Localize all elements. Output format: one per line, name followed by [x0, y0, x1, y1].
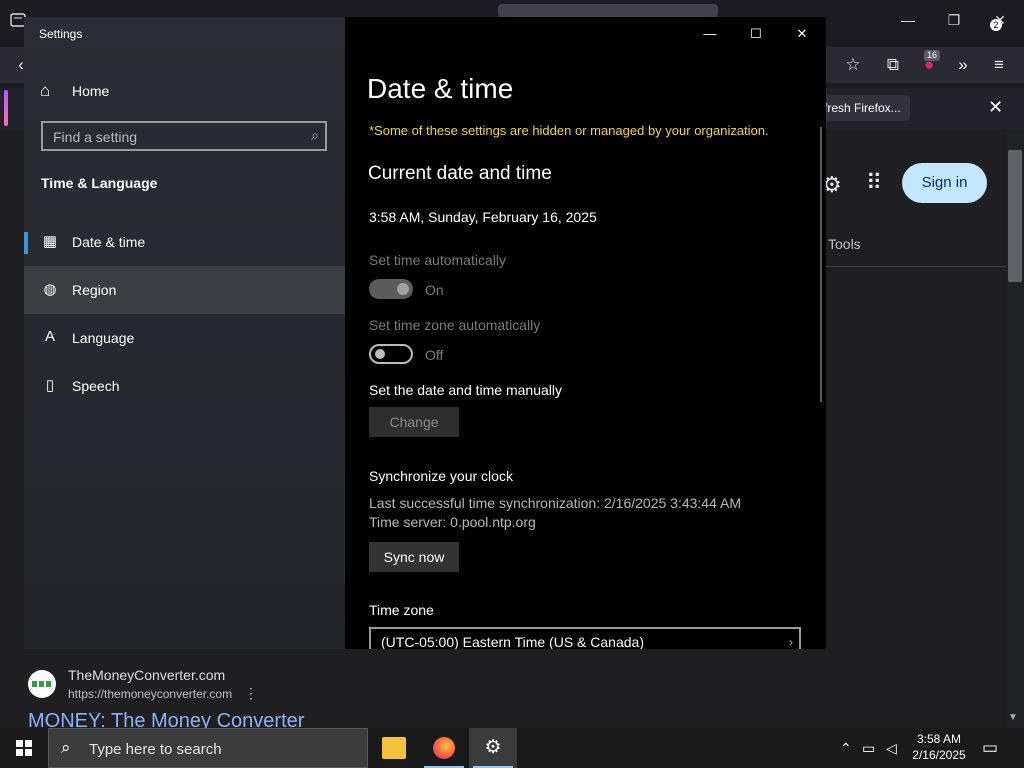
extensions-icon[interactable]: ⧉ [882, 54, 904, 76]
close-icon[interactable]: ✕ [787, 25, 817, 43]
change-button[interactable]: Change [369, 407, 459, 437]
sidebar-item-label: Speech [72, 378, 120, 394]
chevron-down-icon: › [789, 635, 793, 649]
timezone-value: (UTC-05:00) Eastern Time (US & Canada) [381, 634, 644, 649]
clock-time: 3:58 AM [916, 732, 962, 746]
show-hidden-icons-icon[interactable]: ⌃ [840, 728, 852, 768]
sidebar-item-label: Date & time [72, 234, 146, 250]
settings-content: — ☐ ✕ Date & time *Some of these setting… [345, 17, 826, 649]
nav-home-label: Home [72, 83, 110, 99]
tools-tab[interactable]: Tools [828, 236, 861, 252]
home-icon: ⌂ [40, 81, 51, 100]
sidebar-item-label: Region [72, 282, 117, 298]
find-setting-search[interactable]: ⌕ [41, 121, 327, 151]
windows-logo-icon [16, 740, 32, 756]
manual-set-label: Set the date and time manually [369, 382, 563, 398]
settings-sidebar: Settings ⌂ Home ⌕ Time & Language ▦ Date… [24, 17, 345, 649]
timezone-select[interactable]: (UTC-05:00) Eastern Time (US & Canada) › [369, 627, 801, 649]
result-url[interactable]: https://themoneyconverter.com [68, 687, 232, 701]
nav-home[interactable]: ⌂ Home [24, 77, 345, 107]
search-input[interactable] [43, 123, 305, 151]
bookmark-star-icon[interactable]: ☆ [842, 54, 864, 76]
action-center-icon[interactable]: ▭ [982, 738, 998, 758]
search-icon: ⌕ [61, 738, 71, 757]
sign-in-button[interactable]: Sign in [902, 163, 987, 203]
scrollbar-thumb[interactable] [1008, 150, 1022, 282]
settings-taskbar-button[interactable]: ⚙ [469, 728, 517, 768]
set-tz-auto-label: Set time zone automatically [369, 317, 541, 333]
current-date-heading: Current date and time [368, 163, 552, 184]
more-options-icon[interactable]: ⋮ [244, 685, 258, 702]
page-title: Date & time [367, 73, 514, 104]
set-tz-auto-state: Off [425, 347, 444, 363]
microphone-icon: ▯ [45, 377, 55, 394]
settings-window: Settings ⌂ Home ⌕ Time & Language ▦ Date… [24, 17, 826, 649]
sidebar-item-language[interactable]: A Language [24, 314, 345, 362]
close-icon[interactable]: ✕ [988, 96, 1003, 118]
set-time-auto-label: Set time automatically [369, 252, 506, 268]
minimize-icon[interactable]: — [695, 25, 725, 43]
clock[interactable]: 3:58 AM 2/16/2025 [908, 731, 970, 763]
sidebar-item-speech[interactable]: ▯ Speech [24, 362, 345, 410]
language-icon: A [44, 328, 55, 345]
org-managed-note: *Some of these settings are hidden or ma… [369, 123, 769, 138]
time-server-text: Time server: 0.pool.ntp.org [369, 514, 536, 530]
sidebar-accent [4, 90, 8, 126]
set-tz-auto-toggle[interactable] [369, 344, 413, 364]
sync-heading: Synchronize your clock [369, 468, 513, 484]
window-title: Settings [39, 27, 83, 41]
timezone-label: Time zone [369, 602, 434, 618]
volume-muted-icon[interactable]: ◁ [886, 728, 897, 768]
apps-grid-icon[interactable]: ⠿ [866, 170, 882, 196]
firefox-button[interactable] [420, 728, 468, 768]
network-icon[interactable]: ▭ [862, 728, 875, 768]
refresh-firefox-button[interactable]: fresh Firefox... [820, 95, 910, 121]
start-button[interactable] [0, 728, 48, 768]
clock-date: 2/16/2025 [912, 748, 966, 762]
sidebar-item-label: Language [72, 330, 135, 346]
set-time-auto-toggle[interactable] [369, 279, 413, 299]
taskbar-search-placeholder: Type here to search [89, 741, 222, 758]
search-icon[interactable]: ⌕ [311, 127, 319, 144]
folder-icon [382, 737, 406, 759]
content-scrollbar[interactable] [820, 127, 822, 402]
maximize-icon[interactable]: ☐ [741, 25, 771, 43]
set-time-auto-state: On [425, 282, 444, 298]
browser-restore-icon[interactable]: ❐ [944, 10, 964, 30]
site-favicon-icon [28, 670, 56, 698]
globe-icon: ◍ [43, 281, 57, 298]
last-sync-text: Last successful time synchronization: 2/… [369, 495, 741, 511]
scroll-down-icon[interactable]: ▼ [1008, 712, 1018, 723]
result-site-name[interactable]: TheMoneyConverter.com [68, 667, 225, 683]
divider [826, 266, 1006, 267]
extension-badge: 16 [924, 50, 941, 61]
hamburger-menu-icon[interactable]: ≡ [988, 54, 1010, 76]
sync-now-button[interactable]: Sync now [369, 542, 459, 572]
sidebar-item-date-time[interactable]: ▦ Date & time [24, 218, 345, 266]
notification-count-badge: 2 [990, 19, 1002, 31]
calendar-clock-icon: ▦ [42, 233, 58, 250]
gear-icon: ⚙ [484, 737, 502, 758]
firefox-icon [433, 737, 455, 759]
taskbar: ⌕ Type here to search ⚙ ⌃ ▭ ◁ 3:58 AM 2/… [0, 728, 1024, 768]
sidebar-item-region[interactable]: ◍ Region [24, 266, 345, 314]
current-datetime: 3:58 AM, Sunday, February 16, 2025 [369, 209, 597, 225]
browser-tab[interactable] [498, 4, 718, 18]
browser-minimize-icon[interactable]: — [898, 10, 918, 30]
taskbar-search[interactable]: ⌕ Type here to search [48, 728, 368, 768]
section-title: Time & Language [41, 175, 158, 191]
overflow-chevron-icon[interactable]: » [952, 54, 974, 76]
file-explorer-button[interactable] [370, 728, 418, 768]
